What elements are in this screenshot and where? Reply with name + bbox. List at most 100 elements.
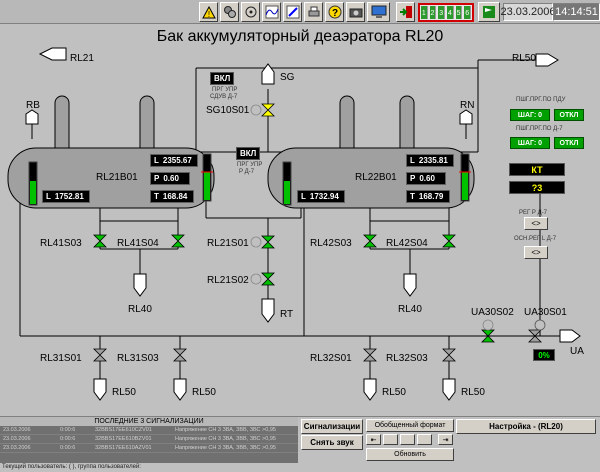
label-rl50-c: RL50 [382, 387, 406, 398]
tank1-temperature[interactable]: T 168.84 [150, 190, 194, 203]
alarm-header: ПОСЛЕДНИЕ 3 СИГНАЛИЗАЦИИ [0, 417, 298, 426]
label-rl41s03[interactable]: RL41S03 [40, 238, 82, 249]
pipeline-schematic [7, 47, 581, 401]
reg-button[interactable]: <> [524, 217, 548, 230]
tank1-pressure[interactable]: P 0.60 [150, 172, 190, 185]
general-format-button[interactable]: Обобщенный формат [366, 419, 454, 432]
step-pdu[interactable]: ШАГ: 0 [510, 109, 550, 121]
arrow-rl50-b [173, 378, 187, 401]
alarm-row[interactable]: 23.03.2006 0:00:6 32BBS17EE610AZV01 Напр… [0, 444, 298, 453]
label-sg10s01[interactable]: SG10S01 [206, 105, 249, 116]
status-otkl-d7[interactable]: ОТКЛ [554, 137, 584, 149]
alarm-panel: ПОСЛЕДНИЕ 3 СИГНАЛИЗАЦИИ 23.03.2006 0:00… [0, 417, 298, 472]
arrow-ua [559, 329, 581, 343]
status-vkl-top[interactable]: ВКЛ [210, 72, 235, 85]
arrow-rt [261, 298, 275, 323]
label-rl31s01[interactable]: RL31S01 [40, 353, 82, 364]
level-bar-tank2 [284, 181, 290, 204]
top-toolbar: ! ? 1 2 3 4 5 6 23.03.2006 14:14:51 [0, 0, 600, 24]
label-rl41s04[interactable]: RL41S04 [117, 238, 159, 249]
label-reg: РЕГ Р Д-7 [519, 210, 547, 216]
arrow-rl50-d [442, 378, 456, 401]
label-rl50-b: RL50 [192, 387, 216, 398]
camera-icon[interactable] [346, 2, 365, 22]
bottom-panel: ПОСЛЕДНИЕ 3 СИГНАЛИЗАЦИИ 23.03.2006 0:00… [0, 416, 600, 472]
label-rl32s03[interactable]: RL32S03 [386, 353, 428, 364]
label-rl21s02[interactable]: RL21S02 [207, 275, 249, 286]
label-rl21s01[interactable]: RL21S01 [207, 238, 249, 249]
gears-icon[interactable] [220, 2, 239, 22]
alarm-group-4[interactable]: 4 [447, 6, 454, 19]
ua-percent: 0% [533, 349, 555, 361]
tank1-level-top[interactable]: L 2355.67 [150, 154, 198, 167]
arrow-rl21 [38, 47, 67, 61]
label-pdu: ПШГ.ПРГ.ПО ПДУ [516, 97, 566, 103]
label-prg-upr-top: ПРГ УПР [212, 87, 238, 93]
label-rl42s03[interactable]: RL42S03 [310, 238, 352, 249]
alarm-row[interactable]: 23.03.2006 0:00:6 32BBS17EE610BZV01 Напр… [0, 435, 298, 444]
label-rl50-top: RL50 [512, 53, 536, 64]
tank2-level-bottom[interactable]: L 1732.94 [297, 190, 345, 203]
date-display: 23.03.2006 [500, 3, 556, 21]
label-rt: RT [280, 309, 294, 320]
label-rl21b01[interactable]: RL21B01 [96, 172, 138, 183]
exit-icon[interactable] [396, 2, 415, 22]
label-rl32s01[interactable]: RL32S01 [310, 353, 352, 364]
mute-button[interactable]: Снять звук [301, 435, 363, 450]
settings-button[interactable]: Настройка - (RL20) [456, 419, 596, 434]
alarm-group-6[interactable]: 6 [464, 6, 472, 19]
arrow-rl40-left [133, 273, 147, 297]
label-osn-reg: ОСН.РЕГ L Д-7 [514, 236, 557, 242]
help-icon[interactable]: ? [325, 2, 344, 22]
signals-button[interactable]: Сигнализации [301, 419, 363, 434]
svg-text:!: ! [207, 10, 209, 19]
label-ua30s02[interactable]: UA30S02 [471, 307, 514, 318]
arrow-rb [25, 109, 39, 125]
step-d7[interactable]: ШАГ: 0 [510, 137, 550, 149]
nav-back-icon[interactable]: ⇤ [366, 434, 381, 445]
label-ua30s01[interactable]: UA30S01 [524, 307, 567, 318]
valve-sg10s01 [261, 103, 275, 117]
tank1-level-bottom[interactable]: L 1752.81 [42, 190, 90, 203]
refresh-button[interactable]: Обновить [366, 448, 454, 461]
label-rl31s03[interactable]: RL31S03 [117, 353, 159, 364]
flag-icon[interactable] [478, 2, 500, 22]
alarm-row[interactable]: 23.03.2006 0:00:6 32BBS17EE610CZV01 Напр… [0, 426, 298, 435]
arrow-rl40-right [403, 273, 417, 297]
computer-icon[interactable] [367, 2, 390, 22]
status-kt[interactable]: КТ [509, 163, 565, 176]
tank2-level-top[interactable]: L 2335.81 [406, 154, 454, 167]
osn-reg-button[interactable]: <> [524, 246, 548, 259]
label-rl50-d: RL50 [461, 387, 485, 398]
label-sg: SG [280, 72, 295, 83]
label-rl22b01[interactable]: RL22B01 [355, 172, 397, 183]
label-rb: RB [26, 100, 40, 111]
status-q3[interactable]: ?3 [509, 181, 565, 194]
alarm-group-3[interactable]: 3 [438, 6, 446, 19]
arrow-rn [459, 109, 473, 125]
arrow-rl50-top [535, 53, 559, 67]
alarm-group-5[interactable]: 5 [455, 6, 463, 19]
nav-3-button[interactable] [417, 434, 432, 445]
printer-icon[interactable] [304, 2, 323, 22]
svg-text:?: ? [331, 8, 337, 19]
nav-2-button[interactable] [400, 434, 415, 445]
status-vkl-mid[interactable]: ВКЛ [236, 147, 261, 160]
pump-icon[interactable] [241, 2, 260, 22]
pen-icon[interactable] [283, 2, 302, 22]
trend-icon[interactable] [262, 2, 281, 22]
status-otkl-pdu[interactable]: ОТКЛ [554, 109, 584, 121]
alarm-group-2[interactable]: 2 [429, 6, 437, 19]
nav-forward-icon[interactable]: ⇥ [438, 434, 453, 445]
label-d7: ПШГ.ПРГ.ПО Д-7 [516, 126, 563, 132]
tank2-pressure[interactable]: P 0.60 [406, 172, 446, 185]
level-bar-tank1 [30, 181, 36, 204]
label-rl42s04[interactable]: RL42S04 [386, 238, 428, 249]
alarm-group-1[interactable]: 1 [421, 6, 428, 19]
tank2-temperature[interactable]: T 168.79 [406, 190, 450, 203]
nav-1-button[interactable] [383, 434, 398, 445]
arrow-rl50-a [93, 378, 107, 401]
warning-icon[interactable]: ! [199, 2, 218, 22]
alarm-group-strip[interactable]: 1 2 3 4 5 6 [418, 3, 474, 22]
label-rl21: RL21 [70, 53, 94, 64]
